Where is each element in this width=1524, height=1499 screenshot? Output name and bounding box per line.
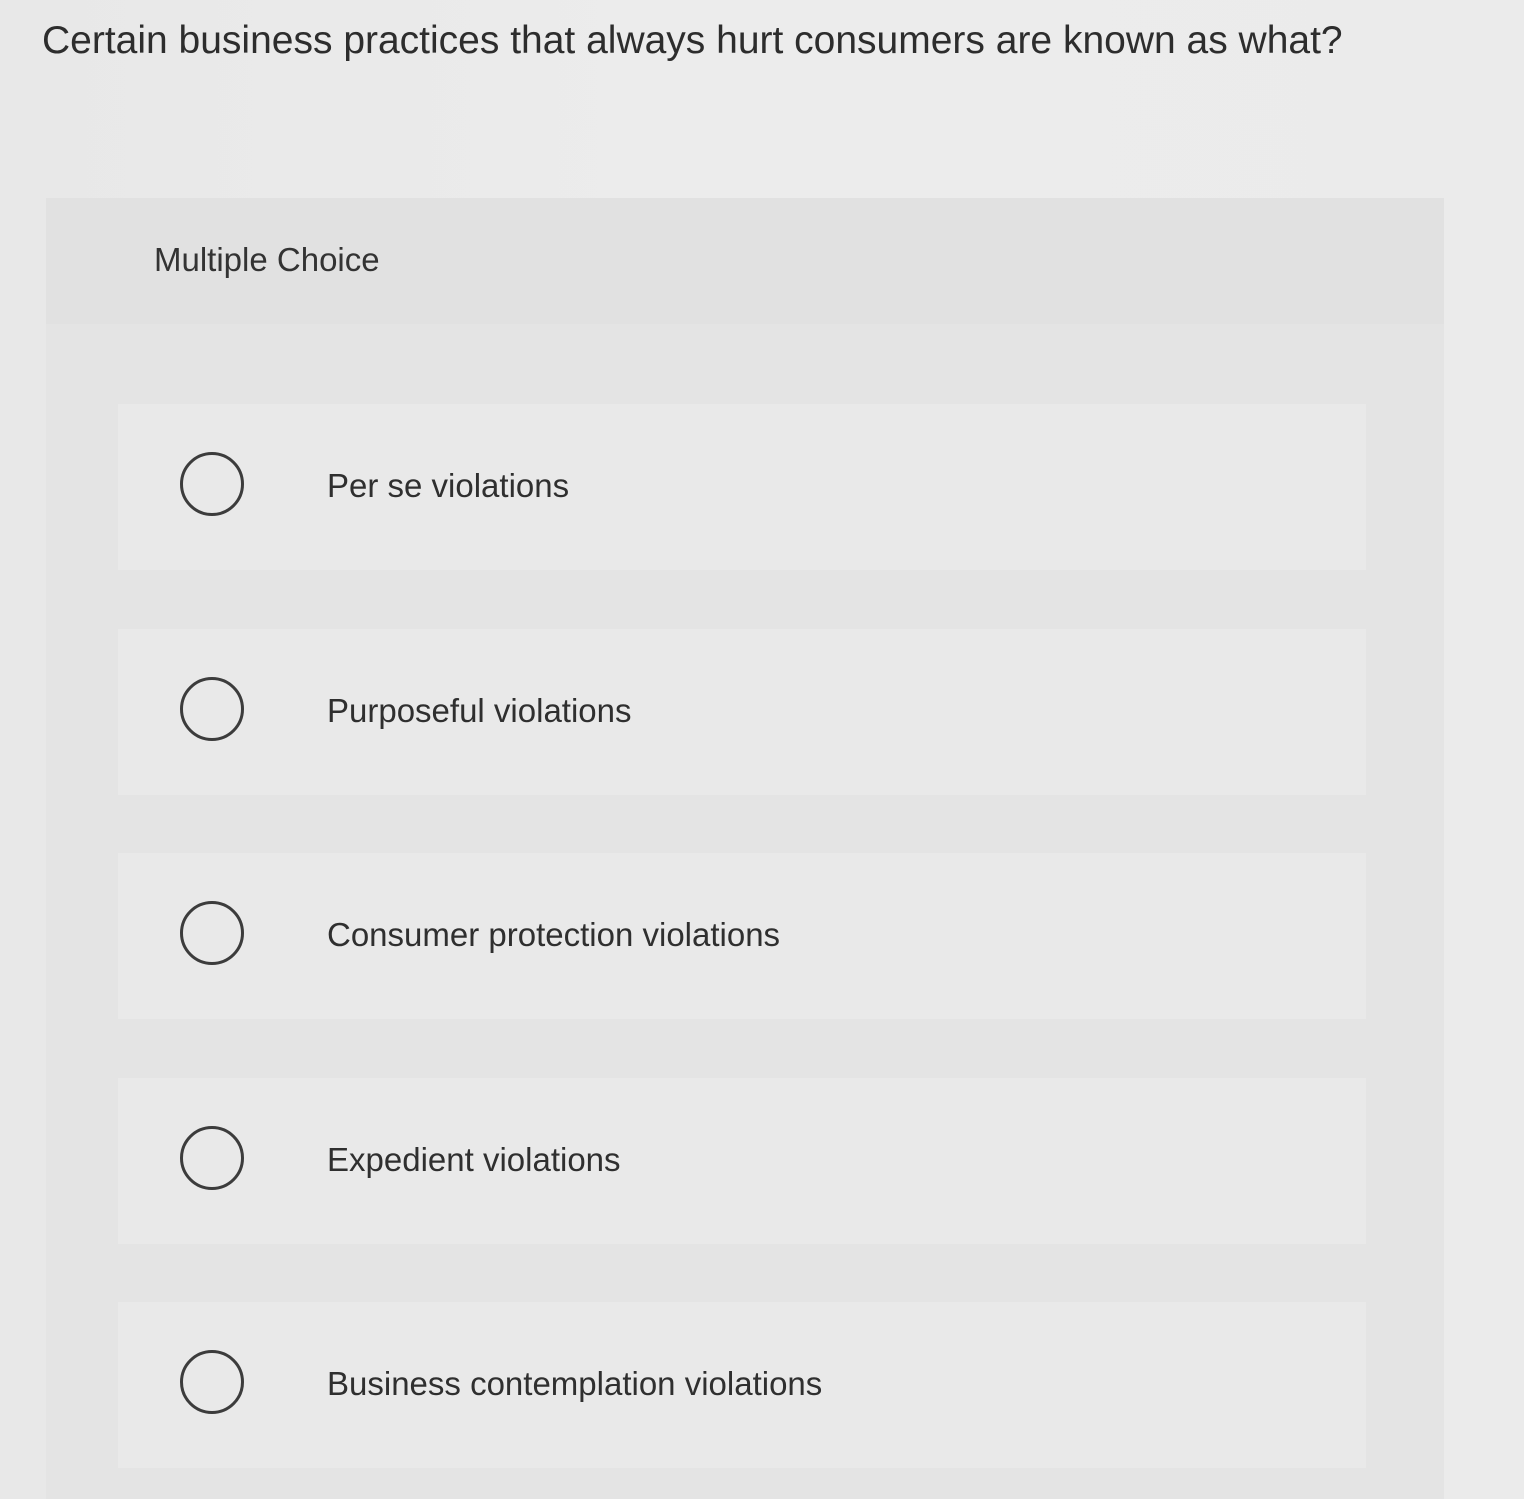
answer-option-expedient-violations[interactable]: Expedient violations — [118, 1078, 1366, 1244]
radio-button-unchecked-icon[interactable] — [180, 1126, 244, 1190]
answer-option-label: Business contemplation violations — [327, 1365, 823, 1402]
multiple-choice-label: Multiple Choice — [154, 241, 380, 278]
answer-option-consumer-protection-violations[interactable]: Consumer protection violations — [118, 853, 1366, 1019]
radio-button-unchecked-icon[interactable] — [180, 677, 244, 741]
multiple-choice-panel: Multiple Choice Per se violations Purpos… — [46, 198, 1444, 1499]
answer-option-per-se-violations[interactable]: Per se violations — [118, 404, 1366, 570]
radio-button-unchecked-icon[interactable] — [180, 1350, 244, 1414]
radio-button-unchecked-icon[interactable] — [180, 452, 244, 516]
answer-option-label: Per se violations — [327, 467, 570, 504]
answer-option-business-contemplation-violations[interactable]: Business contemplation violations — [118, 1302, 1366, 1468]
answer-option-label: Purposeful violations — [327, 692, 632, 729]
answer-option-purposeful-violations[interactable]: Purposeful violations — [118, 629, 1366, 795]
answer-option-label: Expedient violations — [327, 1141, 621, 1178]
radio-button-unchecked-icon[interactable] — [180, 901, 244, 965]
answer-option-label: Consumer protection violations — [327, 916, 781, 953]
multiple-choice-header: Multiple Choice — [46, 198, 1444, 324]
question-text: Certain business practices that always h… — [42, 19, 1343, 62]
